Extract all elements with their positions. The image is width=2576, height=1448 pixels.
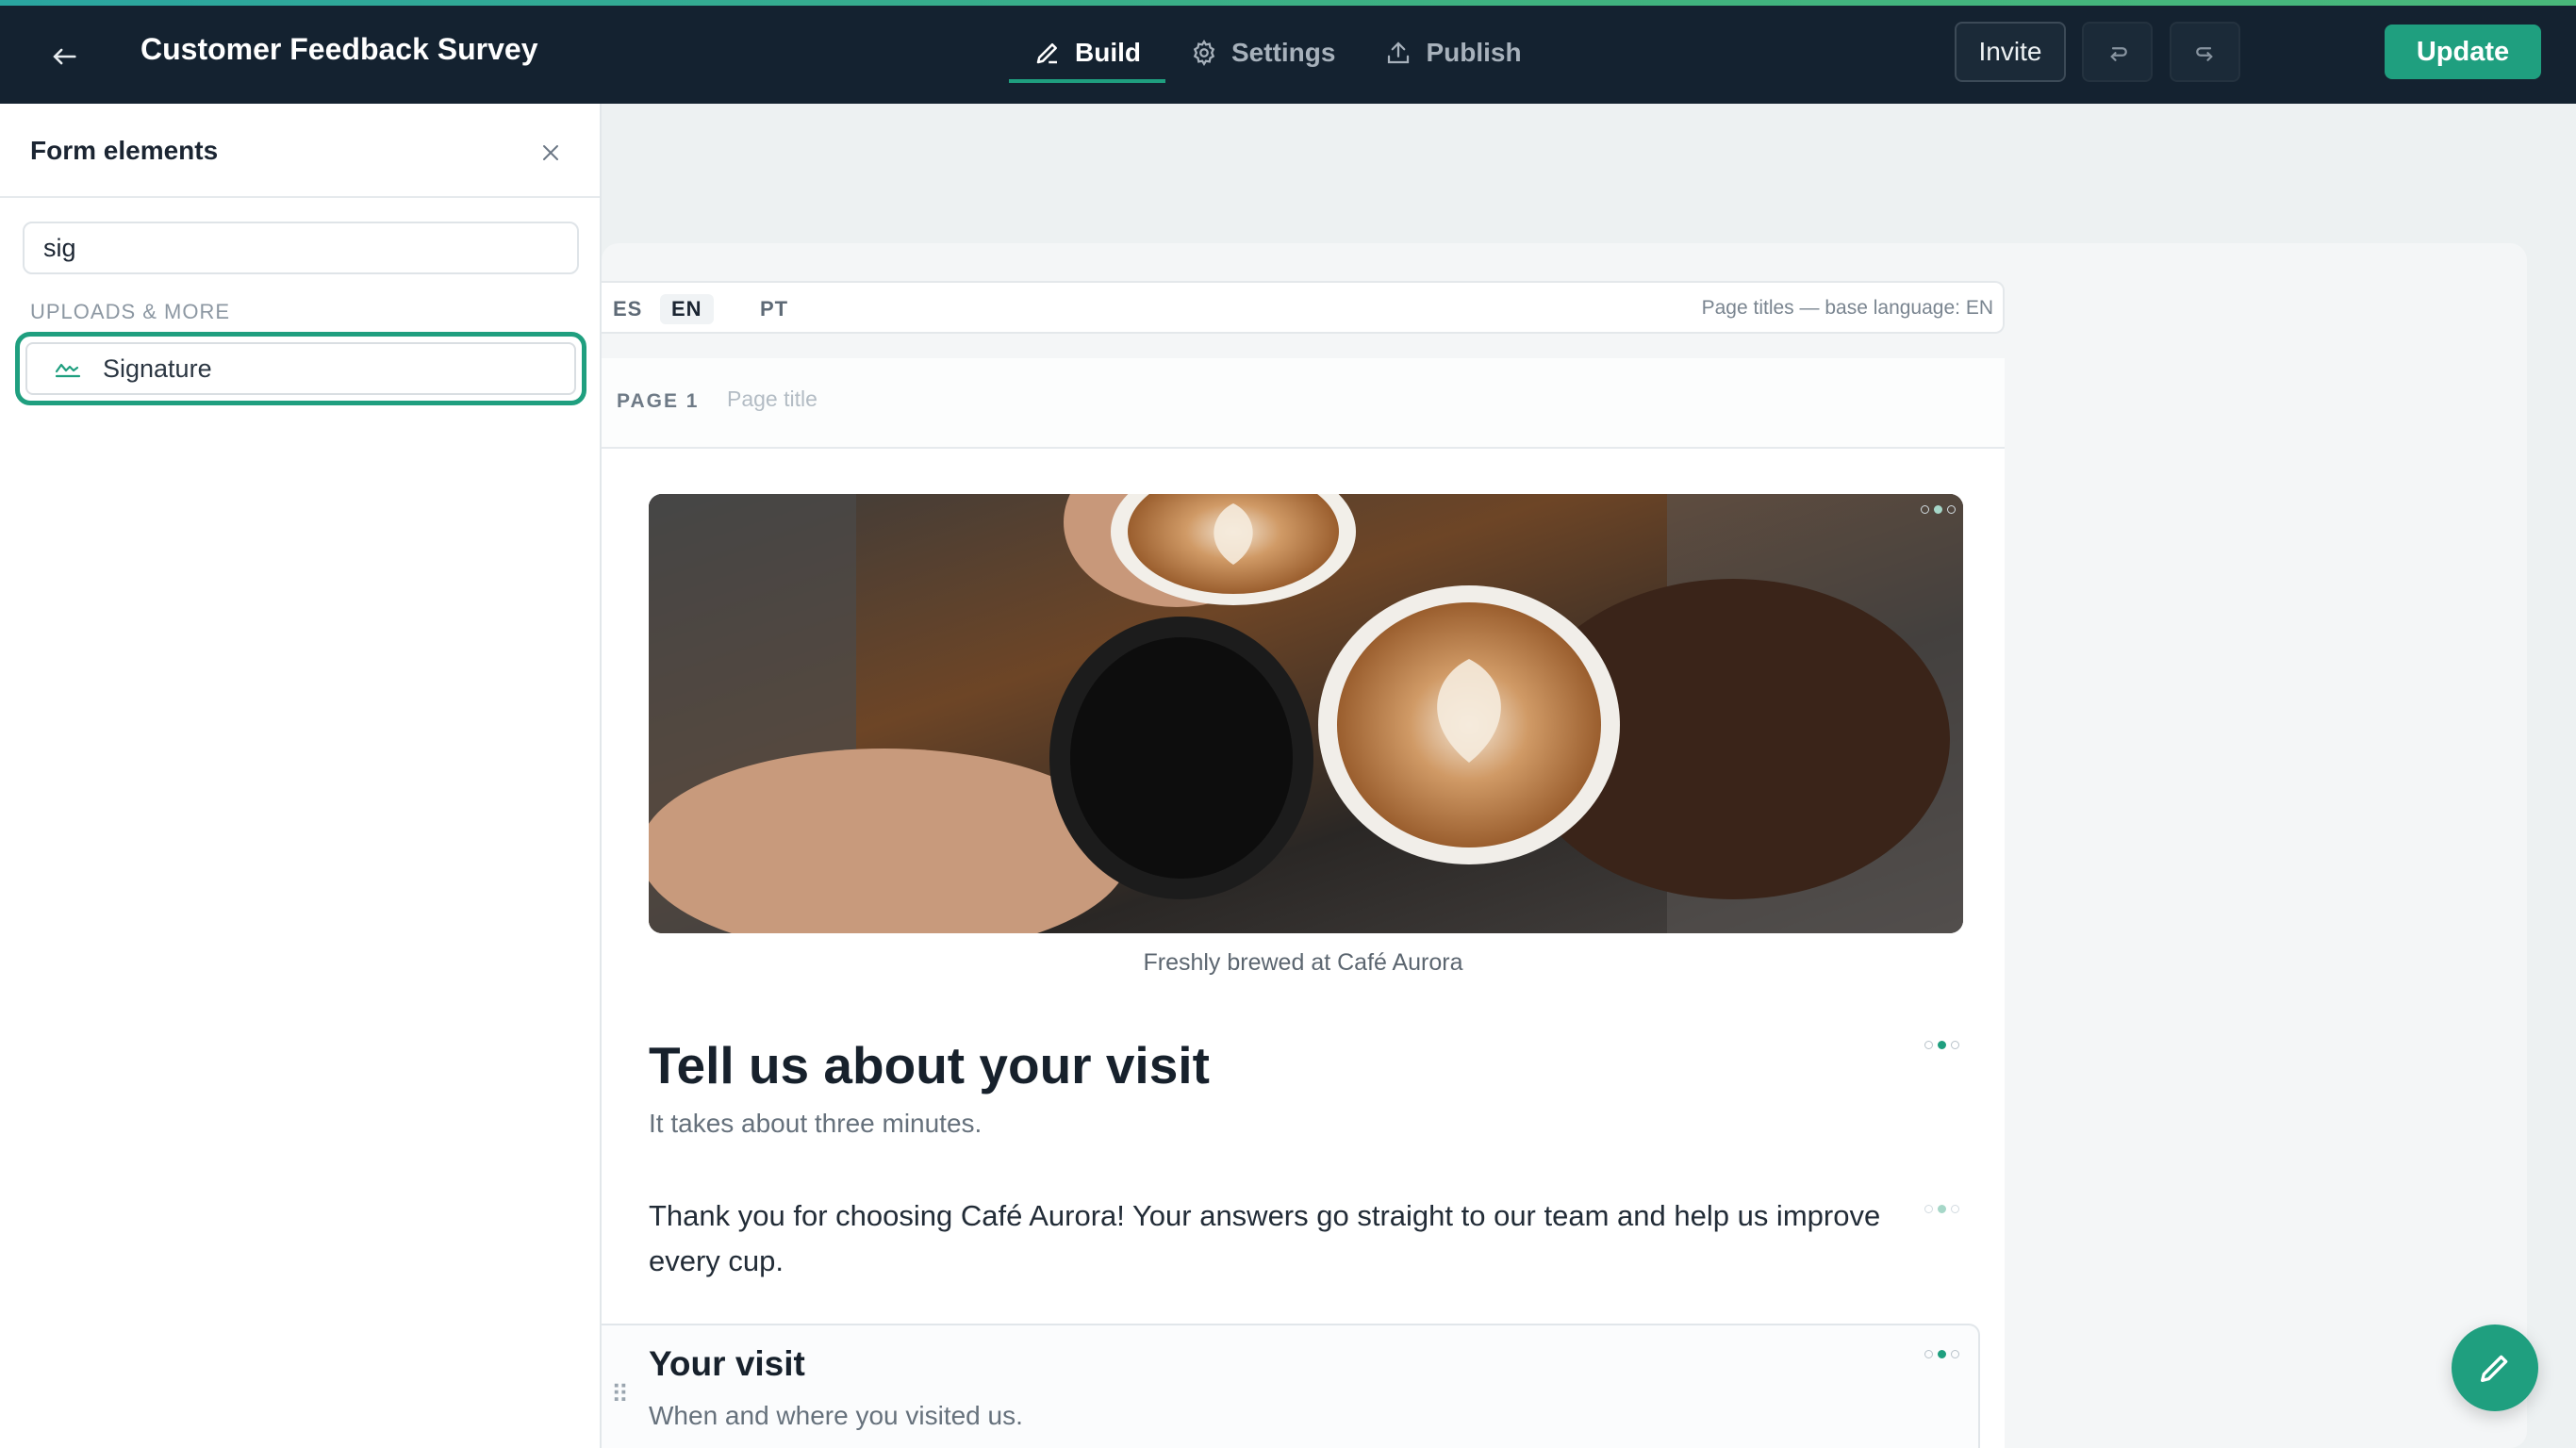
top-bar: Customer Feedback Survey Build Settings … <box>0 0 2576 104</box>
invite-button[interactable]: Invite <box>1955 22 2066 82</box>
tab-settings[interactable]: Settings <box>1165 23 1360 83</box>
form-elements-panel: Form elements UPLOADS & MORE Signature <box>0 104 602 1448</box>
back-button[interactable] <box>41 34 87 79</box>
page-number: PAGE 1 <box>617 390 700 412</box>
coffee-photo <box>649 494 1963 933</box>
element-item-signature[interactable]: Signature <box>15 332 586 405</box>
undo-icon <box>2109 47 2127 61</box>
image-caption: Freshly brewed at Café Aurora <box>1143 949 1463 976</box>
page-header: PAGE 1 Page title <box>602 358 2005 449</box>
panel-header: Form elements <box>0 104 600 198</box>
accent-line <box>0 0 2576 6</box>
lang-es[interactable]: ES <box>602 294 653 324</box>
element-search-input[interactable] <box>23 222 579 274</box>
close-icon <box>543 145 558 160</box>
section-card[interactable]: ⠿ Your visit When and where you visited … <box>602 1324 1980 1448</box>
tab-settings-label: Settings <box>1231 38 1336 67</box>
language-note: Page titles — base language: EN <box>1701 297 1993 319</box>
signature-icon <box>55 363 81 378</box>
section-subtitle[interactable]: When and where you visited us. <box>649 1401 1023 1431</box>
section-title[interactable]: Your visit <box>649 1344 805 1384</box>
page-heading[interactable]: Tell us about your visit <box>649 1035 1210 1095</box>
redo-button[interactable] <box>2170 22 2240 82</box>
language-bar: ES EN PT Page titles — base language: EN <box>602 281 2005 334</box>
heading-options-dots[interactable] <box>1924 1041 1959 1049</box>
redo-icon <box>2195 47 2213 61</box>
tab-build[interactable]: Build <box>1009 23 1165 83</box>
tab-publish-label: Publish <box>1426 38 1522 67</box>
gear-icon <box>1193 39 1215 67</box>
update-button[interactable]: Update <box>2385 25 2541 79</box>
page-title-input[interactable]: Page title <box>727 387 817 412</box>
pencil-icon <box>1036 43 1057 64</box>
form-title[interactable]: Customer Feedback Survey <box>140 32 538 67</box>
undo-button[interactable] <box>2082 22 2153 82</box>
page-subheading[interactable]: It takes about three minutes. <box>649 1109 982 1139</box>
hero-image[interactable] <box>649 494 1963 933</box>
arrow-left-icon <box>53 48 76 65</box>
panel-title: Form elements <box>30 136 219 165</box>
group-label: UPLOADS & MORE <box>30 300 231 323</box>
tab-build-label: Build <box>1075 38 1141 67</box>
page-card: PAGE 1 Page title Freshly brewed at Café… <box>602 358 2005 1448</box>
element-item-label: Signature <box>103 354 212 383</box>
tab-publish[interactable]: Publish <box>1360 23 1545 83</box>
upload-icon <box>1388 41 1410 64</box>
edit-fab-button[interactable] <box>2452 1325 2538 1411</box>
main-tabs: Build Settings Publish <box>1009 23 1546 83</box>
intro-paragraph[interactable]: Thank you for choosing Café Aurora! Your… <box>649 1193 1959 1284</box>
element-item-inner: Signature <box>25 342 576 395</box>
lang-pt[interactable]: PT <box>749 294 800 324</box>
image-options-dots[interactable] <box>1921 505 1956 514</box>
section-options-dots[interactable] <box>1924 1350 1959 1358</box>
lang-en[interactable]: EN <box>660 294 714 324</box>
drag-handle-icon[interactable]: ⠿ <box>611 1380 629 1409</box>
pencil-icon <box>2481 1355 2508 1382</box>
close-panel-button[interactable] <box>534 136 568 170</box>
